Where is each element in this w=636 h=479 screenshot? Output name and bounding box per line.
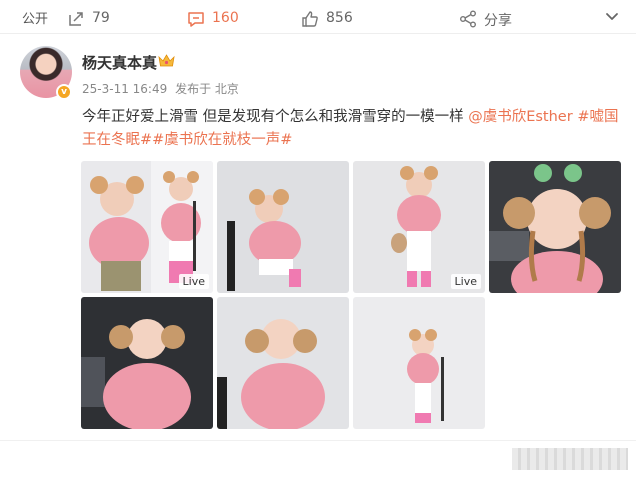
comment-count: 160 bbox=[212, 10, 239, 26]
photo-thumbnail[interactable] bbox=[81, 297, 213, 429]
repost-count: 79 bbox=[92, 10, 110, 26]
photo-thumbnail[interactable]: Live bbox=[353, 161, 485, 293]
verified-badge-icon: v bbox=[56, 84, 72, 100]
visibility-label[interactable]: 公开 bbox=[22, 8, 48, 27]
photo-image bbox=[489, 161, 621, 293]
chevron-down-icon[interactable] bbox=[602, 6, 622, 26]
photo-image bbox=[81, 297, 213, 429]
thumbs-up-icon bbox=[302, 11, 318, 27]
hashtag-link[interactable]: #虞书欣在就枝一声# bbox=[152, 132, 292, 148]
like-button[interactable]: 856 bbox=[300, 8, 370, 30]
share-button[interactable]: 分享 bbox=[458, 8, 518, 30]
post-meta: 25-3-11 16:49 发布于 北京 bbox=[82, 80, 239, 97]
comment-button[interactable]: 160 bbox=[186, 8, 256, 30]
crown-icon[interactable] bbox=[158, 53, 175, 68]
photo-thumbnail[interactable]: Live bbox=[81, 161, 213, 293]
share-icon bbox=[460, 10, 476, 28]
share-label: 分享 bbox=[484, 13, 512, 29]
photo-thumbnail[interactable] bbox=[353, 297, 485, 429]
photo-image bbox=[217, 161, 349, 293]
photo-image bbox=[217, 297, 349, 429]
live-photo-badge: Live bbox=[450, 274, 481, 289]
photo-thumbnail[interactable] bbox=[217, 161, 349, 293]
photo-thumbnail[interactable] bbox=[489, 161, 621, 293]
post-timestamp[interactable]: 25-3-11 16:49 bbox=[82, 82, 167, 96]
comment-icon bbox=[188, 12, 204, 27]
photo-image bbox=[353, 297, 485, 429]
like-count: 856 bbox=[326, 10, 353, 26]
post-body: 今年正好爱上滑雪 但是发现有个怎么和我滑雪穿的一模一样 bbox=[82, 109, 469, 125]
post-source: 发布于 北京 bbox=[175, 82, 239, 96]
repost-button[interactable]: 79 bbox=[66, 8, 126, 30]
username[interactable]: 杨天真本真 bbox=[82, 52, 157, 73]
photo-thumbnail[interactable] bbox=[217, 297, 349, 429]
post-text: 今年正好爱上滑雪 但是发现有个怎么和我滑雪穿的一模一样 @虞书欣Esther #… bbox=[82, 106, 622, 152]
repost-icon bbox=[69, 12, 83, 26]
mention-link[interactable]: @虞书欣Esther bbox=[468, 109, 572, 125]
watermark bbox=[512, 448, 628, 470]
live-photo-badge: Live bbox=[178, 274, 209, 289]
